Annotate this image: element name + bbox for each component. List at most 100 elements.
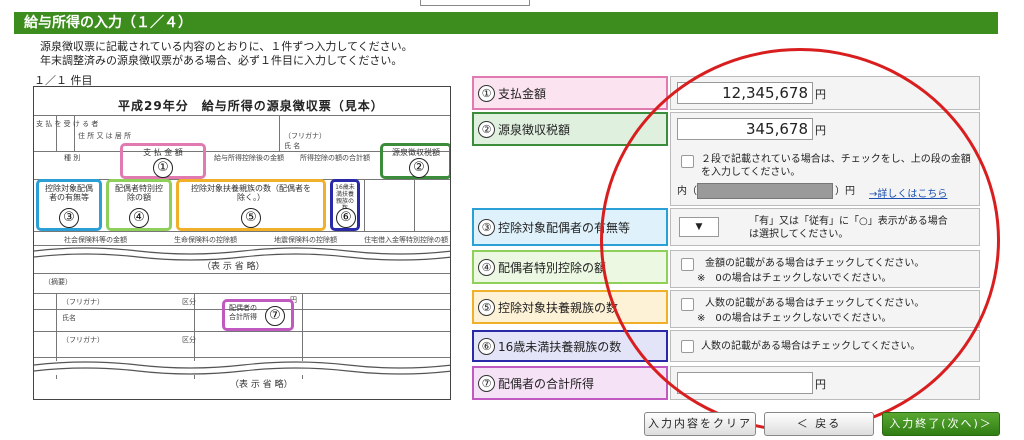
spouse-note-2: は選択してください。 — [749, 229, 849, 240]
top-strip — [0, 0, 1024, 12]
spouse-income-input[interactable] — [677, 372, 813, 394]
special-deduction-checkbox[interactable] — [681, 258, 694, 271]
badge-4: ④ — [478, 258, 495, 276]
badge-2: ② — [478, 120, 495, 138]
instruction-line-1: 源泉徴収票に記載されている内容のとおりに、１件ずつ入力してください。 — [40, 40, 413, 53]
label-spouse-status: ③ 控除対象配偶者の有無等 — [472, 208, 668, 246]
under16-checkbox[interactable] — [681, 340, 694, 353]
slip-furigana-3: （フリガナ） — [62, 336, 104, 344]
slip-kubun-2: 区分 — [182, 336, 196, 344]
special-note-1: 金額の記載がある場合はチェックしてください。 — [705, 258, 925, 269]
slip-kubun-1: 区分 — [182, 298, 196, 306]
slip-badge-1: ① — [153, 158, 173, 178]
slip-badge-5: ⑤ — [241, 208, 261, 228]
top-tab-fragment — [420, 0, 530, 6]
instruction-line-2: 年末調整済みの源泉徴収票がある場合、必ず１件目に入力してください。 — [40, 54, 403, 67]
dependents-checkbox[interactable] — [681, 298, 694, 311]
label-text-5: 控除対象扶養親族の数 — [498, 300, 619, 315]
slip-name-label: 氏 名 — [284, 142, 301, 150]
slip-badge-4: ④ — [129, 208, 149, 228]
uchi-suffix: ）円 — [835, 186, 855, 197]
slip-jutaku-label: 住宅借入金等特別控除の額 — [364, 236, 448, 244]
slip-tekiyo-label: （摘要） — [44, 278, 72, 286]
slip-seimei-label: 生命保険料の控除額 — [174, 236, 237, 244]
slip-kind-label: 種 別 — [64, 154, 81, 162]
slip-badge-2: ② — [409, 158, 429, 178]
label-spouse-income: ⑦ 配偶者の合計所得 — [472, 366, 668, 400]
field-dependents: 人数の記載がある場合はチェックしてください。 ※ 0の場合はチェックしないでくだ… — [670, 290, 980, 328]
slip-addr-label: 住 所 又 は 居 所 — [78, 132, 132, 140]
slip-furigana-label: （フリガナ） — [284, 132, 326, 140]
slip-omit-1: （表 示 省 略） — [202, 262, 265, 272]
slip-badge-3: ③ — [59, 208, 79, 228]
page-title: 給与所得の入力（１／４） — [14, 12, 998, 34]
special-note-2: ※ 0の場合はチェックしないでください。 — [697, 273, 892, 284]
slip-pay-label: 支 払 を 受 け る 者 — [36, 120, 99, 128]
under16-note: 人数の記載がある場合はチェックしてください。 — [701, 341, 921, 352]
slip-omit-2: （表 示 省 略） — [230, 380, 293, 390]
slip-badge-7: ⑦ — [265, 306, 285, 326]
slip-dependents-box-label: 控除対象扶養親族の数（配偶者を除く。） — [191, 184, 311, 202]
slip-dependents-box: 控除対象扶養親族の数（配偶者を除く。） ⑤ — [176, 179, 326, 231]
field-under16: 人数の記載がある場合はチェックしてください。 — [670, 330, 980, 362]
back-button[interactable]: ＜ 戻る — [764, 412, 874, 436]
field-spouse-income: 円 — [670, 366, 980, 400]
slip-badge-6: ⑥ — [336, 208, 356, 228]
clear-button[interactable]: 入力内容をクリア — [644, 412, 756, 436]
spouse-status-select[interactable]: ▼ — [679, 217, 719, 237]
field-special-deduction: 金額の記載がある場合はチェックしてください。 ※ 0の場合はチェックしないでくだ… — [670, 250, 980, 288]
badge-5: ⑤ — [478, 298, 495, 316]
slip-spouse-box-label: 控除対象配偶者の有無等 — [45, 184, 93, 202]
label-special-deduction: ④ 配偶者特別控除の額 — [472, 250, 668, 284]
slip-special-box: 配偶者特別控除の額 ④ — [106, 179, 172, 231]
badge-1: ① — [478, 84, 495, 102]
label-text-2: 源泉徴収税額 — [498, 122, 571, 137]
label-text-7: 配偶者の合計所得 — [498, 376, 595, 391]
slip-kyuyo-label: 給与所得控除後の金額 — [214, 154, 284, 162]
yen-unit-2: 円 — [815, 124, 826, 137]
label-dependents: ⑤ 控除対象扶養親族の数 — [472, 290, 668, 324]
label-under16: ⑥ 16歳未満扶養親族の数 — [472, 330, 668, 362]
slip-under16-box: 16歳未満扶養親族の数 ⑥ — [330, 179, 360, 231]
spouse-note-1: 「有」又は「従有」に「○」表示がある場合 — [749, 216, 948, 227]
finish-next-button[interactable]: 入力終了(次へ)＞ — [882, 412, 1000, 436]
label-text-4: 配偶者特別控除の額 — [498, 260, 607, 275]
slip-furigana-2: （フリガナ） — [62, 298, 104, 306]
badge-6: ⑥ — [478, 337, 495, 355]
label-text-3: 控除対象配偶者の有無等 — [498, 220, 631, 235]
slip-spouse-box: 控除対象配偶者の有無等 ③ — [36, 179, 102, 231]
two-tier-note-2: を入力してください。 — [701, 167, 801, 178]
yen-unit-1: 円 — [815, 88, 826, 101]
uchi-label: 内（ — [677, 186, 697, 197]
instructions: 源泉徴収票に記載されている内容のとおりに、１件ずつ入力してください。 年末調整済… — [40, 40, 413, 68]
label-payment-amount: ① 支払金額 — [472, 76, 668, 110]
details-link[interactable]: →詳しくはこちら — [869, 185, 947, 200]
field-withholding-tax: 345,678 円 ２段で記載されている場合は、チェックをし、上の段の金額 を入… — [670, 112, 980, 206]
badge-3: ③ — [478, 218, 495, 236]
slip-jishin-label: 地震保険料の控除額 — [274, 236, 337, 244]
withholding-amount-input[interactable]: 345,678 — [677, 118, 813, 140]
two-tier-checkbox[interactable] — [681, 155, 694, 168]
slip-spouse-income-box-label: 配偶者の合計所得 — [229, 304, 257, 321]
yen-unit-7: 円 — [815, 378, 826, 391]
sample-withholding-slip: 平成29年分 給与所得の源泉徴収票（見本） 支 払 を 受 け る 者 住 所 … — [33, 86, 451, 400]
dependents-note-2: ※ 0の場合はチェックしないでください。 — [697, 313, 892, 324]
payment-amount-input[interactable]: 12,345,678 — [677, 82, 813, 104]
slip-payment-box: 支 払 金 額 ① — [120, 143, 206, 179]
dependents-note-1: 人数の記載がある場合はチェックしてください。 — [705, 298, 925, 309]
slip-shakai-label: 社会保険料等の金額 — [64, 236, 127, 244]
two-tier-note-1: ２段で記載されている場合は、チェックをし、上の段の金額 — [701, 154, 971, 165]
label-text-1: 支払金額 — [498, 86, 547, 101]
badge-7: ⑦ — [478, 374, 495, 392]
slip-shimei-2: 氏名 — [62, 314, 76, 322]
slip-spouse-income-box: 配偶者の合計所得 ⑦ — [222, 299, 294, 331]
uchi-amount-input[interactable] — [697, 183, 833, 199]
label-withholding-tax: ② 源泉徴収税額 — [472, 112, 668, 146]
slip-special-box-label: 配偶者特別控除の額 — [115, 184, 163, 202]
slip-wave-2 — [34, 361, 450, 375]
slip-withholding-box-label: 源泉徴収税額 — [392, 148, 440, 157]
slip-payment-box-label: 支 払 金 額 — [143, 148, 183, 157]
field-payment-amount: 12,345,678 円 — [670, 76, 980, 110]
slip-withholding-box: 源泉徴収税額 ② — [380, 143, 450, 179]
label-text-6: 16歳未満扶養親族の数 — [498, 339, 622, 354]
